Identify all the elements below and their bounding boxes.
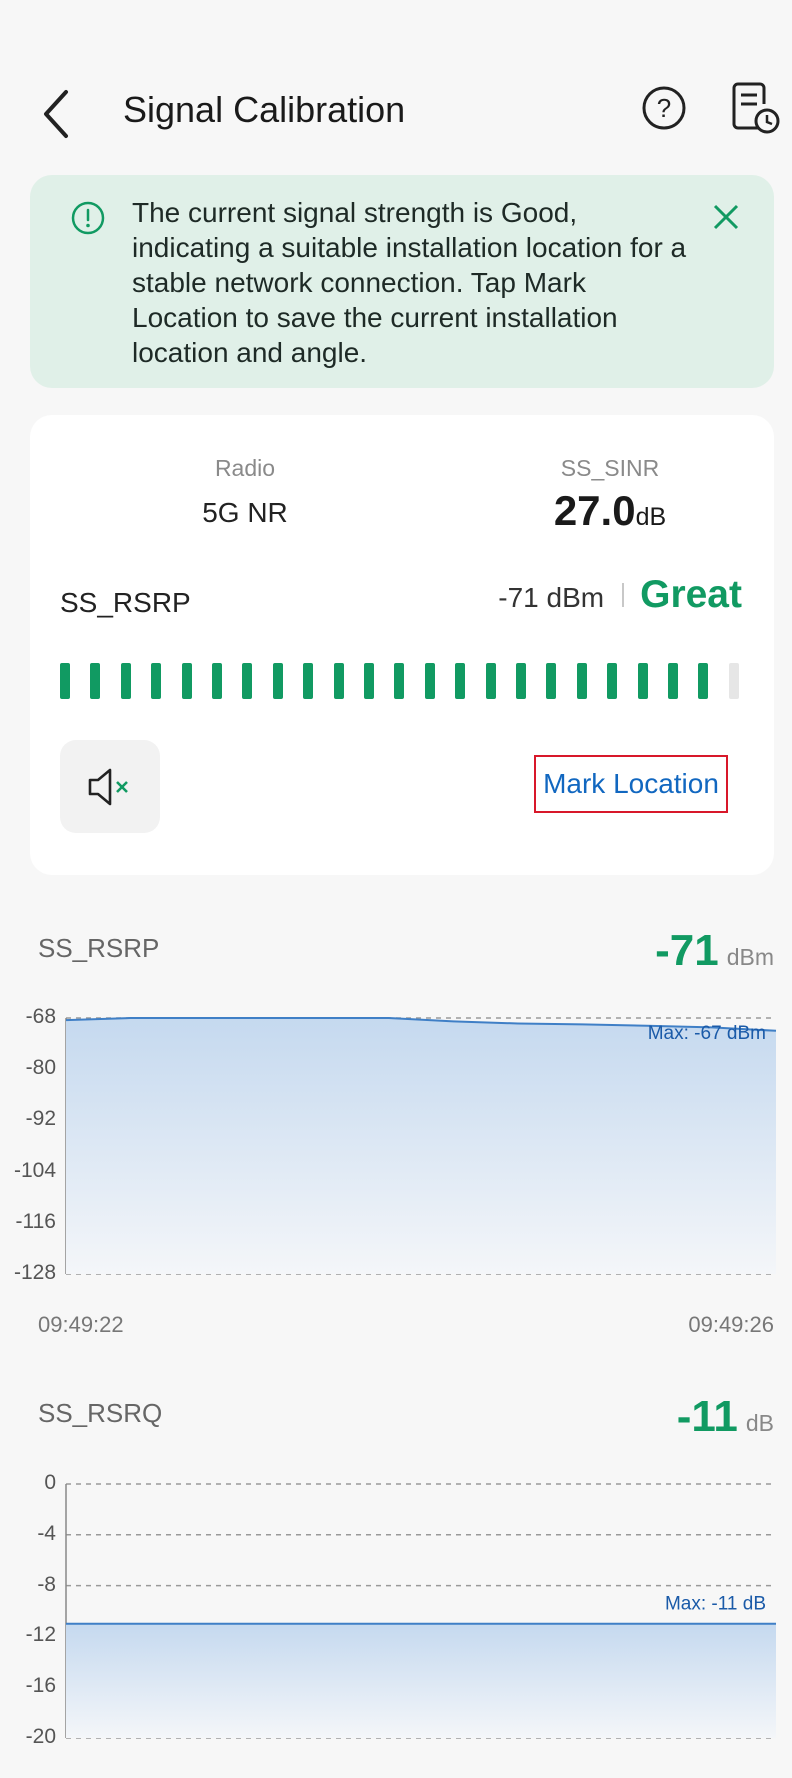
signal-bar [151, 663, 162, 699]
svg-text:?: ? [657, 93, 671, 123]
signal-bar [668, 663, 678, 699]
signal-bar [455, 663, 466, 699]
back-button[interactable] [38, 84, 78, 144]
app-header: Signal Calibration ? [0, 60, 792, 150]
rsrp-chart: Max: -67 dBm [65, 1017, 777, 1275]
radio-label: Radio [214, 455, 276, 481]
radio-value: 5G NR [202, 497, 288, 528]
signal-bar [546, 663, 557, 699]
close-icon [713, 204, 739, 230]
rsrp-value: -71 dBm [498, 582, 605, 613]
rsrp-chart-title: SS_RSRP [38, 933, 160, 963]
banner-close-button[interactable] [706, 197, 746, 237]
signal-bar [60, 663, 70, 699]
rsrp-current-reading: -71 dBm [655, 926, 774, 976]
signal-bar [333, 663, 344, 699]
max-value-label: Max: -11 dB [665, 1594, 766, 1615]
rsrq-current-value: -11 [676, 1392, 738, 1441]
info-icon [71, 201, 105, 235]
sinr-number: 27.0 [553, 487, 636, 534]
series-area [66, 1018, 776, 1274]
signal-status-banner: The current signal strength is Good, ind… [30, 175, 774, 388]
rsrp-label: SS_RSRP [60, 587, 191, 618]
mark-location-button[interactable]: Mark Location [534, 755, 728, 813]
mute-toggle-button[interactable] [60, 740, 160, 833]
signal-bar [728, 663, 739, 699]
help-icon: ? [642, 86, 686, 130]
back-arrow-icon [44, 90, 68, 138]
signal-bar [698, 663, 709, 699]
signal-bar [242, 663, 253, 699]
history-button[interactable] [728, 80, 782, 136]
signal-bar [120, 663, 131, 699]
signal-bar [637, 663, 648, 699]
rsrp-current-value: -71 [655, 926, 719, 975]
rsrq-chart: Max: -11 dB [65, 1483, 776, 1739]
rsrq-current-unit: dB [745, 1410, 774, 1436]
signal-strength-meter [60, 663, 750, 699]
signal-bar [181, 663, 192, 699]
signal-bar [272, 663, 283, 699]
sinr-label: SS_SINR [560, 455, 660, 481]
series-area [66, 1623, 776, 1738]
signal-bar [364, 663, 374, 699]
signal-bar [90, 663, 101, 699]
help-button[interactable]: ? [640, 84, 688, 132]
max-value-label: Max: -67 dBm [648, 1023, 766, 1044]
signal-bar [485, 663, 496, 699]
rsrp-current-unit: dBm [726, 944, 774, 970]
signal-card: Radio 5G NR SS_SINR 27.0dB SS_RSRP -71 d… [30, 415, 774, 875]
sinr-value: 27.0dB [510, 487, 710, 535]
rsrq-current-reading: -11 dB [677, 1392, 774, 1442]
history-report-icon [732, 82, 780, 134]
banner-message: The current signal strength is Good, ind… [132, 197, 687, 368]
signal-bar [607, 663, 618, 699]
signal-bar [576, 663, 587, 699]
speaker-muted-icon [88, 768, 128, 806]
signal-quality-label: Great [640, 573, 742, 616]
rsrq-chart-title: SS_RSRQ [38, 1398, 163, 1428]
divider [622, 583, 625, 607]
rsrp-reading: -71 dBm Great [498, 573, 742, 617]
signal-bar [394, 663, 405, 699]
page-title: Signal Calibration [123, 89, 406, 130]
signal-bar [212, 663, 222, 699]
signal-bar [303, 663, 314, 699]
rsrp-x-end-label: 09:49:26 [688, 1312, 774, 1337]
sinr-unit: dB [635, 503, 667, 531]
signal-bar [516, 663, 526, 699]
rsrp-x-start-label: 09:49:22 [38, 1312, 124, 1337]
signal-bar [424, 663, 435, 699]
